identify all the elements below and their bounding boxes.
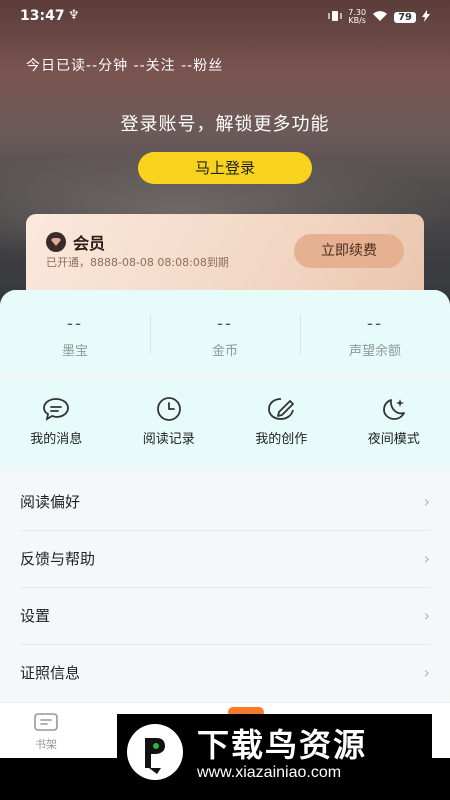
watermark-url: www.xiazainiao.com <box>197 764 342 781</box>
quick-messages[interactable]: 我的消息 <box>0 380 113 466</box>
menu-label: 反馈与帮助 <box>20 550 96 568</box>
quick-history[interactable]: 阅读记录 <box>113 380 226 466</box>
chevron-right-icon: › <box>423 492 430 511</box>
asset-value: -- <box>366 314 384 334</box>
usb-icon: ♆ <box>68 8 80 23</box>
tab-label: 书架 <box>35 738 57 751</box>
vip-title: 会员 <box>73 234 106 253</box>
assets-row: -- 墨宝 -- 金币 -- 声望余额 <box>0 290 450 372</box>
menu-label: 设置 <box>20 607 51 625</box>
tab-bookshelf[interactable]: 书架 <box>26 711 66 752</box>
chevron-right-icon: › <box>423 549 430 568</box>
asset-label: 声望余额 <box>348 344 401 359</box>
chevron-right-icon: › <box>423 606 430 625</box>
asset-value: -- <box>66 314 84 334</box>
login-prompt: 登录账号，解锁更多功能 <box>120 114 330 135</box>
message-icon <box>0 396 113 422</box>
chevron-right-icon: › <box>423 663 430 682</box>
quick-creations[interactable]: 我的创作 <box>225 380 338 466</box>
quick-night-mode[interactable]: 夜间模式 <box>338 380 450 466</box>
asset-mobao[interactable]: -- 墨宝 <box>0 290 150 372</box>
menu-feedback-help[interactable]: 反馈与帮助 › <box>20 531 430 588</box>
battery-indicator: 79 <box>394 11 416 23</box>
menu-license-info[interactable]: 证照信息 › <box>20 645 430 701</box>
quick-label: 我的消息 <box>30 432 83 447</box>
clock-icon <box>113 396 226 422</box>
menu-label: 阅读偏好 <box>20 493 81 511</box>
charging-icon <box>422 9 430 25</box>
renew-button[interactable]: 立即续费 <box>294 234 404 268</box>
network-speed: 7.30 KB/s <box>348 9 366 25</box>
asset-value: -- <box>216 314 234 334</box>
settings-menu: 阅读偏好 › 反馈与帮助 › 设置 › 证照信息 › <box>0 474 450 701</box>
menu-label: 证照信息 <box>20 664 81 682</box>
login-button[interactable]: 马上登录 <box>138 152 312 184</box>
vibrate-icon <box>328 10 342 25</box>
bird-logo-icon <box>127 724 183 780</box>
quick-actions: 我的消息 阅读记录 我的创作 夜间模式 <box>0 380 450 466</box>
vip-expiry: 已开通，8888-08-08 08:08:08到期 <box>46 256 229 269</box>
asset-reputation[interactable]: -- 声望余额 <box>300 290 450 372</box>
pen-icon <box>225 396 338 422</box>
status-time: 13:47 <box>20 8 65 24</box>
status-bar: 13:47 ♆ 7.30 KB/s 79 <box>0 0 450 34</box>
watermark: 下载鸟资源 www.xiazainiao.com <box>117 714 432 790</box>
book-icon <box>26 711 66 736</box>
watermark-text: 下载鸟资源 <box>197 726 368 764</box>
moon-icon <box>338 396 450 422</box>
vip-diamond-icon <box>46 232 66 252</box>
quick-label: 阅读记录 <box>142 432 195 447</box>
quick-label: 我的创作 <box>255 432 308 447</box>
status-right: 7.30 KB/s 79 <box>328 9 430 25</box>
menu-reading-preferences[interactable]: 阅读偏好 › <box>20 474 430 531</box>
network-speed-unit: KB/s <box>348 16 366 25</box>
asset-label: 墨宝 <box>61 344 88 359</box>
asset-label: 金币 <box>211 344 238 359</box>
reading-stats: 今日已读--分钟 --关注 --粉丝 <box>26 58 224 74</box>
quick-label: 夜间模式 <box>367 432 420 447</box>
menu-settings[interactable]: 设置 › <box>20 588 430 645</box>
wifi-icon <box>372 10 388 25</box>
asset-coins[interactable]: -- 金币 <box>150 290 300 372</box>
